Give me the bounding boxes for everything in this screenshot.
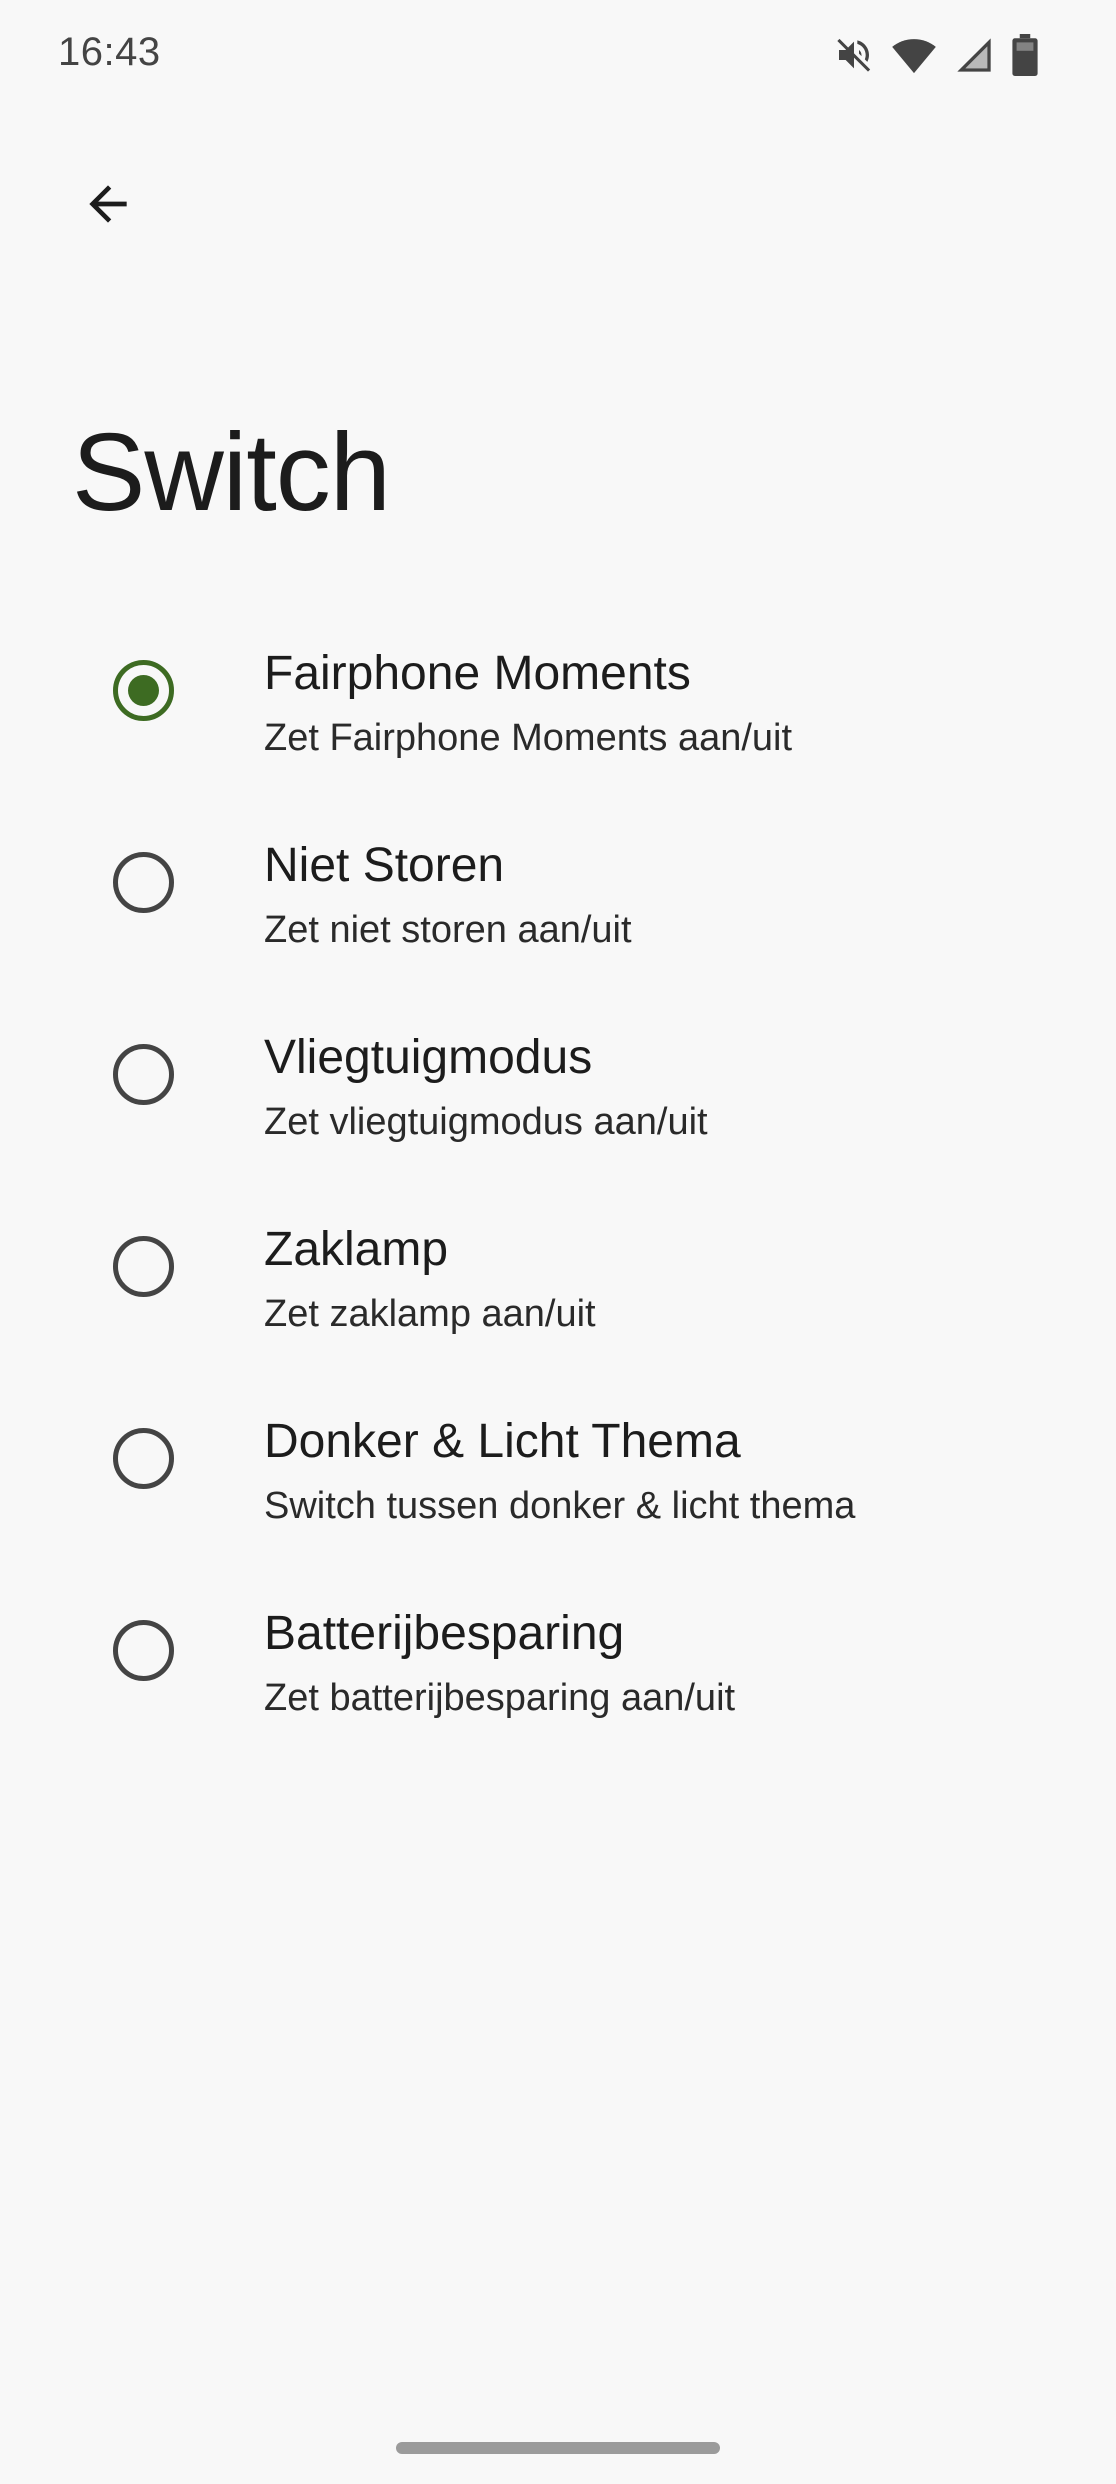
option-text: Zaklamp Zet zaklamp aan/uit bbox=[264, 1220, 1084, 1342]
option-subtitle: Zet zaklamp aan/uit bbox=[264, 1293, 596, 1335]
option-subtitle: Zet Fairphone Moments aan/uit bbox=[264, 717, 793, 759]
status-bar: 16:43 bbox=[0, 0, 1116, 110]
battery-icon bbox=[1012, 34, 1038, 76]
option-title: Fairphone Moments bbox=[264, 647, 691, 700]
option-title: Vliegtuigmodus bbox=[264, 1031, 593, 1084]
option-fairphone-moments[interactable]: Fairphone Moments Zet Fairphone Moments … bbox=[0, 628, 1116, 820]
option-vliegtuigmodus[interactable]: Vliegtuigmodus Zet vliegtuigmodus aan/ui… bbox=[0, 1012, 1116, 1204]
options-list: Fairphone Moments Zet Fairphone Moments … bbox=[0, 628, 1116, 1780]
option-niet-storen[interactable]: Niet Storen Zet niet storen aan/uit bbox=[0, 820, 1116, 1012]
radio-button[interactable] bbox=[113, 1428, 174, 1489]
signal-icon bbox=[954, 35, 994, 75]
radio-button[interactable] bbox=[113, 852, 174, 913]
status-time: 16:43 bbox=[58, 30, 161, 74]
option-subtitle: Switch tussen donker & licht thema bbox=[264, 1485, 856, 1527]
option-title: Zaklamp bbox=[264, 1223, 449, 1276]
back-button[interactable] bbox=[58, 156, 158, 256]
arrow-back-icon bbox=[80, 176, 136, 237]
radio-button[interactable] bbox=[113, 1236, 174, 1297]
option-subtitle: Zet niet storen aan/uit bbox=[264, 909, 632, 951]
option-title: Niet Storen bbox=[264, 839, 505, 892]
radio-button[interactable] bbox=[113, 1044, 174, 1105]
radio-button-checked[interactable] bbox=[113, 660, 174, 721]
gesture-nav-handle[interactable] bbox=[396, 2442, 720, 2454]
option-subtitle: Zet batterijbesparing aan/uit bbox=[264, 1677, 736, 1719]
mute-icon bbox=[834, 35, 874, 75]
option-text: Niet Storen Zet niet storen aan/uit bbox=[264, 836, 1084, 958]
option-text: Batterijbesparing Zet batterijbesparing … bbox=[264, 1604, 1084, 1726]
option-subtitle: Zet vliegtuigmodus aan/uit bbox=[264, 1101, 708, 1143]
radio-button[interactable] bbox=[113, 1620, 174, 1681]
page-title: Switch bbox=[72, 411, 391, 534]
option-zaklamp[interactable]: Zaklamp Zet zaklamp aan/uit bbox=[0, 1204, 1116, 1396]
option-title: Batterijbesparing bbox=[264, 1607, 625, 1660]
option-text: Donker & Licht Thema Switch tussen donke… bbox=[264, 1412, 1084, 1534]
option-donker-licht-thema[interactable]: Donker & Licht Thema Switch tussen donke… bbox=[0, 1396, 1116, 1588]
screen: 16:43 Switch Fairphone Moments Zet Fairp… bbox=[0, 0, 1116, 2484]
option-title: Donker & Licht Thema bbox=[264, 1415, 741, 1468]
option-text: Vliegtuigmodus Zet vliegtuigmodus aan/ui… bbox=[264, 1028, 1084, 1150]
option-batterijbesparing[interactable]: Batterijbesparing Zet batterijbesparing … bbox=[0, 1588, 1116, 1780]
status-icons bbox=[834, 32, 1038, 78]
wifi-icon bbox=[892, 35, 936, 75]
option-text: Fairphone Moments Zet Fairphone Moments … bbox=[264, 644, 1084, 766]
